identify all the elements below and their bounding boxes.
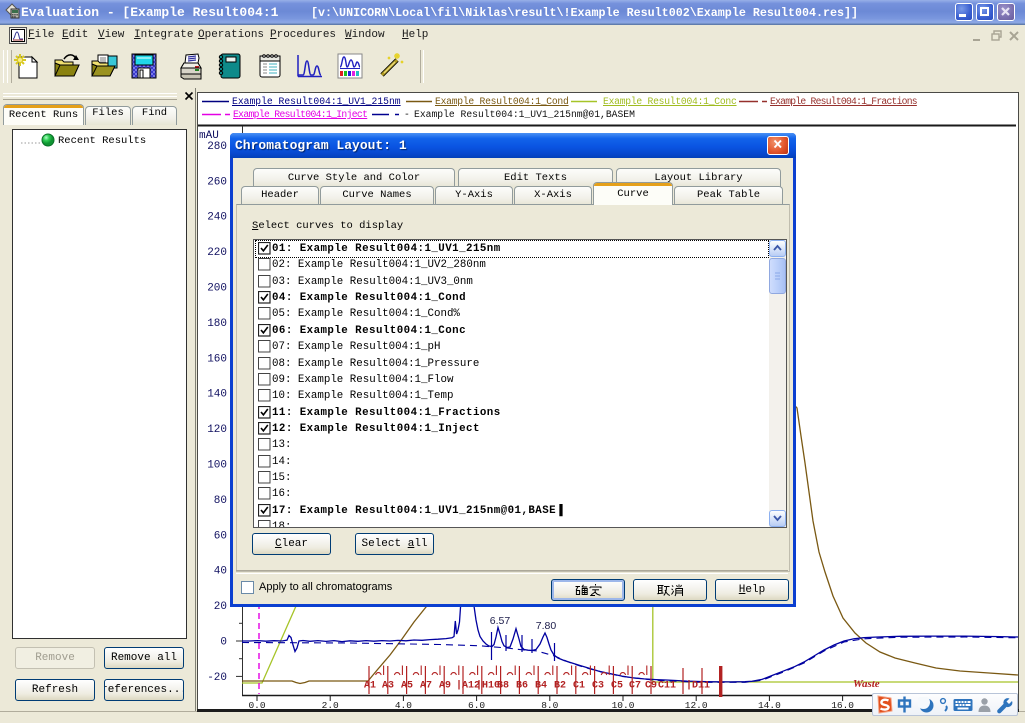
svg-text:C3: C3 [592,681,604,692]
svg-text:A7: A7 [420,681,432,692]
svg-text:12.0: 12.0 [685,700,708,710]
svg-text:260: 260 [207,176,227,188]
svg-text:180: 180 [207,318,227,330]
svg-text:B2: B2 [554,681,566,692]
svg-text:8.0: 8.0 [541,700,558,710]
svg-text:4.0: 4.0 [395,700,412,710]
svg-text:20: 20 [214,601,227,613]
svg-text:2.0: 2.0 [322,700,339,710]
svg-text:40: 40 [214,566,227,578]
svg-text:A9: A9 [439,681,451,692]
svg-text:6.0: 6.0 [468,700,485,710]
svg-text:80: 80 [214,495,227,507]
svg-text:7.80: 7.80 [536,620,557,632]
svg-text:60: 60 [214,530,227,542]
svg-text:B4: B4 [535,681,547,692]
svg-text:14.0: 14.0 [758,700,781,710]
svg-text:10.0: 10.0 [612,700,635,710]
svg-text:C11: C11 [658,681,676,692]
svg-text:100: 100 [207,460,227,472]
svg-text:B6: B6 [516,681,528,692]
svg-text:-20: -20 [207,672,227,684]
svg-text:240: 240 [207,212,227,224]
svg-text:mAU: mAU [199,130,219,142]
svg-text:200: 200 [207,283,227,295]
svg-text:A1: A1 [364,681,376,692]
svg-text:6.57: 6.57 [490,615,511,627]
svg-text:160: 160 [207,353,227,365]
svg-text:120: 120 [207,424,227,436]
svg-text:140: 140 [207,389,227,401]
svg-text:280: 280 [207,141,227,153]
svg-text:|D11: |D11 [686,680,710,692]
svg-text:C7: C7 [629,681,641,692]
svg-text:C1: C1 [573,681,585,692]
svg-text:B8: B8 [497,681,509,692]
svg-text:0: 0 [220,637,227,649]
svg-text:0.0: 0.0 [248,700,265,710]
svg-text:220: 220 [207,247,227,259]
svg-text:Waste: Waste [853,678,880,690]
svg-text:16.0: 16.0 [831,700,854,710]
